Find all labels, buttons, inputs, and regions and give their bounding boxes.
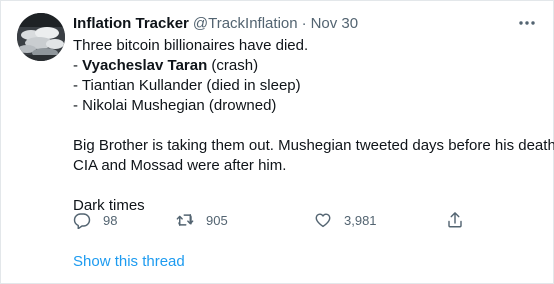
tweet-line-2-suffix: (crash) [207,57,259,74]
reply-icon [73,213,91,229]
more-horizontal-icon [519,21,535,25]
retweet-button[interactable]: 905 [176,208,228,232]
tweet-date[interactable]: Nov 30 [311,15,359,32]
share-button[interactable] [446,208,464,232]
author-name[interactable]: Inflation Tracker [73,15,189,32]
show-thread-link[interactable]: Show this thread [73,253,185,270]
tweet-header: Inflation Tracker @TrackInflation · Nov … [73,13,537,33]
tweet-line-5: Big Brother is taking them out. Mushegia… [73,137,554,154]
tweet-line-4: - Nikolai Mushegian (drowned) [73,97,277,114]
like-button[interactable]: 3,981 [314,208,377,232]
reply-count: 98 [103,212,118,228]
reply-button[interactable]: 98 [73,208,117,232]
header-separator: · [301,14,307,32]
tweet-line-6: CIA and Mossad were after him. [73,157,287,174]
heart-icon [315,213,331,228]
tweet-line-2-prefix: - [73,57,83,74]
tweet-text: Three bitcoin billionaires have died. - … [73,36,554,216]
more-options-button[interactable] [517,13,537,33]
tweet-line-2: - Vyacheslav Taran (crash) [73,56,537,76]
author-handle[interactable]: @TrackInflation [193,15,298,32]
share-icon [448,212,462,228]
tweet-actions: 98 905 3,981 [73,208,537,232]
avatar[interactable] [17,13,65,61]
retweet-icon [176,214,194,226]
tweet-line-3: - Tiantian Kullander (died in sleep) [73,77,301,94]
tweet-card[interactable]: Inflation Tracker @TrackInflation · Nov … [0,0,554,284]
like-count: 3,981 [344,212,377,228]
avatar-image [17,13,65,61]
tweet-line-1: Three bitcoin billionaires have died. [73,37,309,54]
tweet-line-2-name: Vyacheslav Taran [82,57,208,74]
retweet-count: 905 [206,212,228,228]
